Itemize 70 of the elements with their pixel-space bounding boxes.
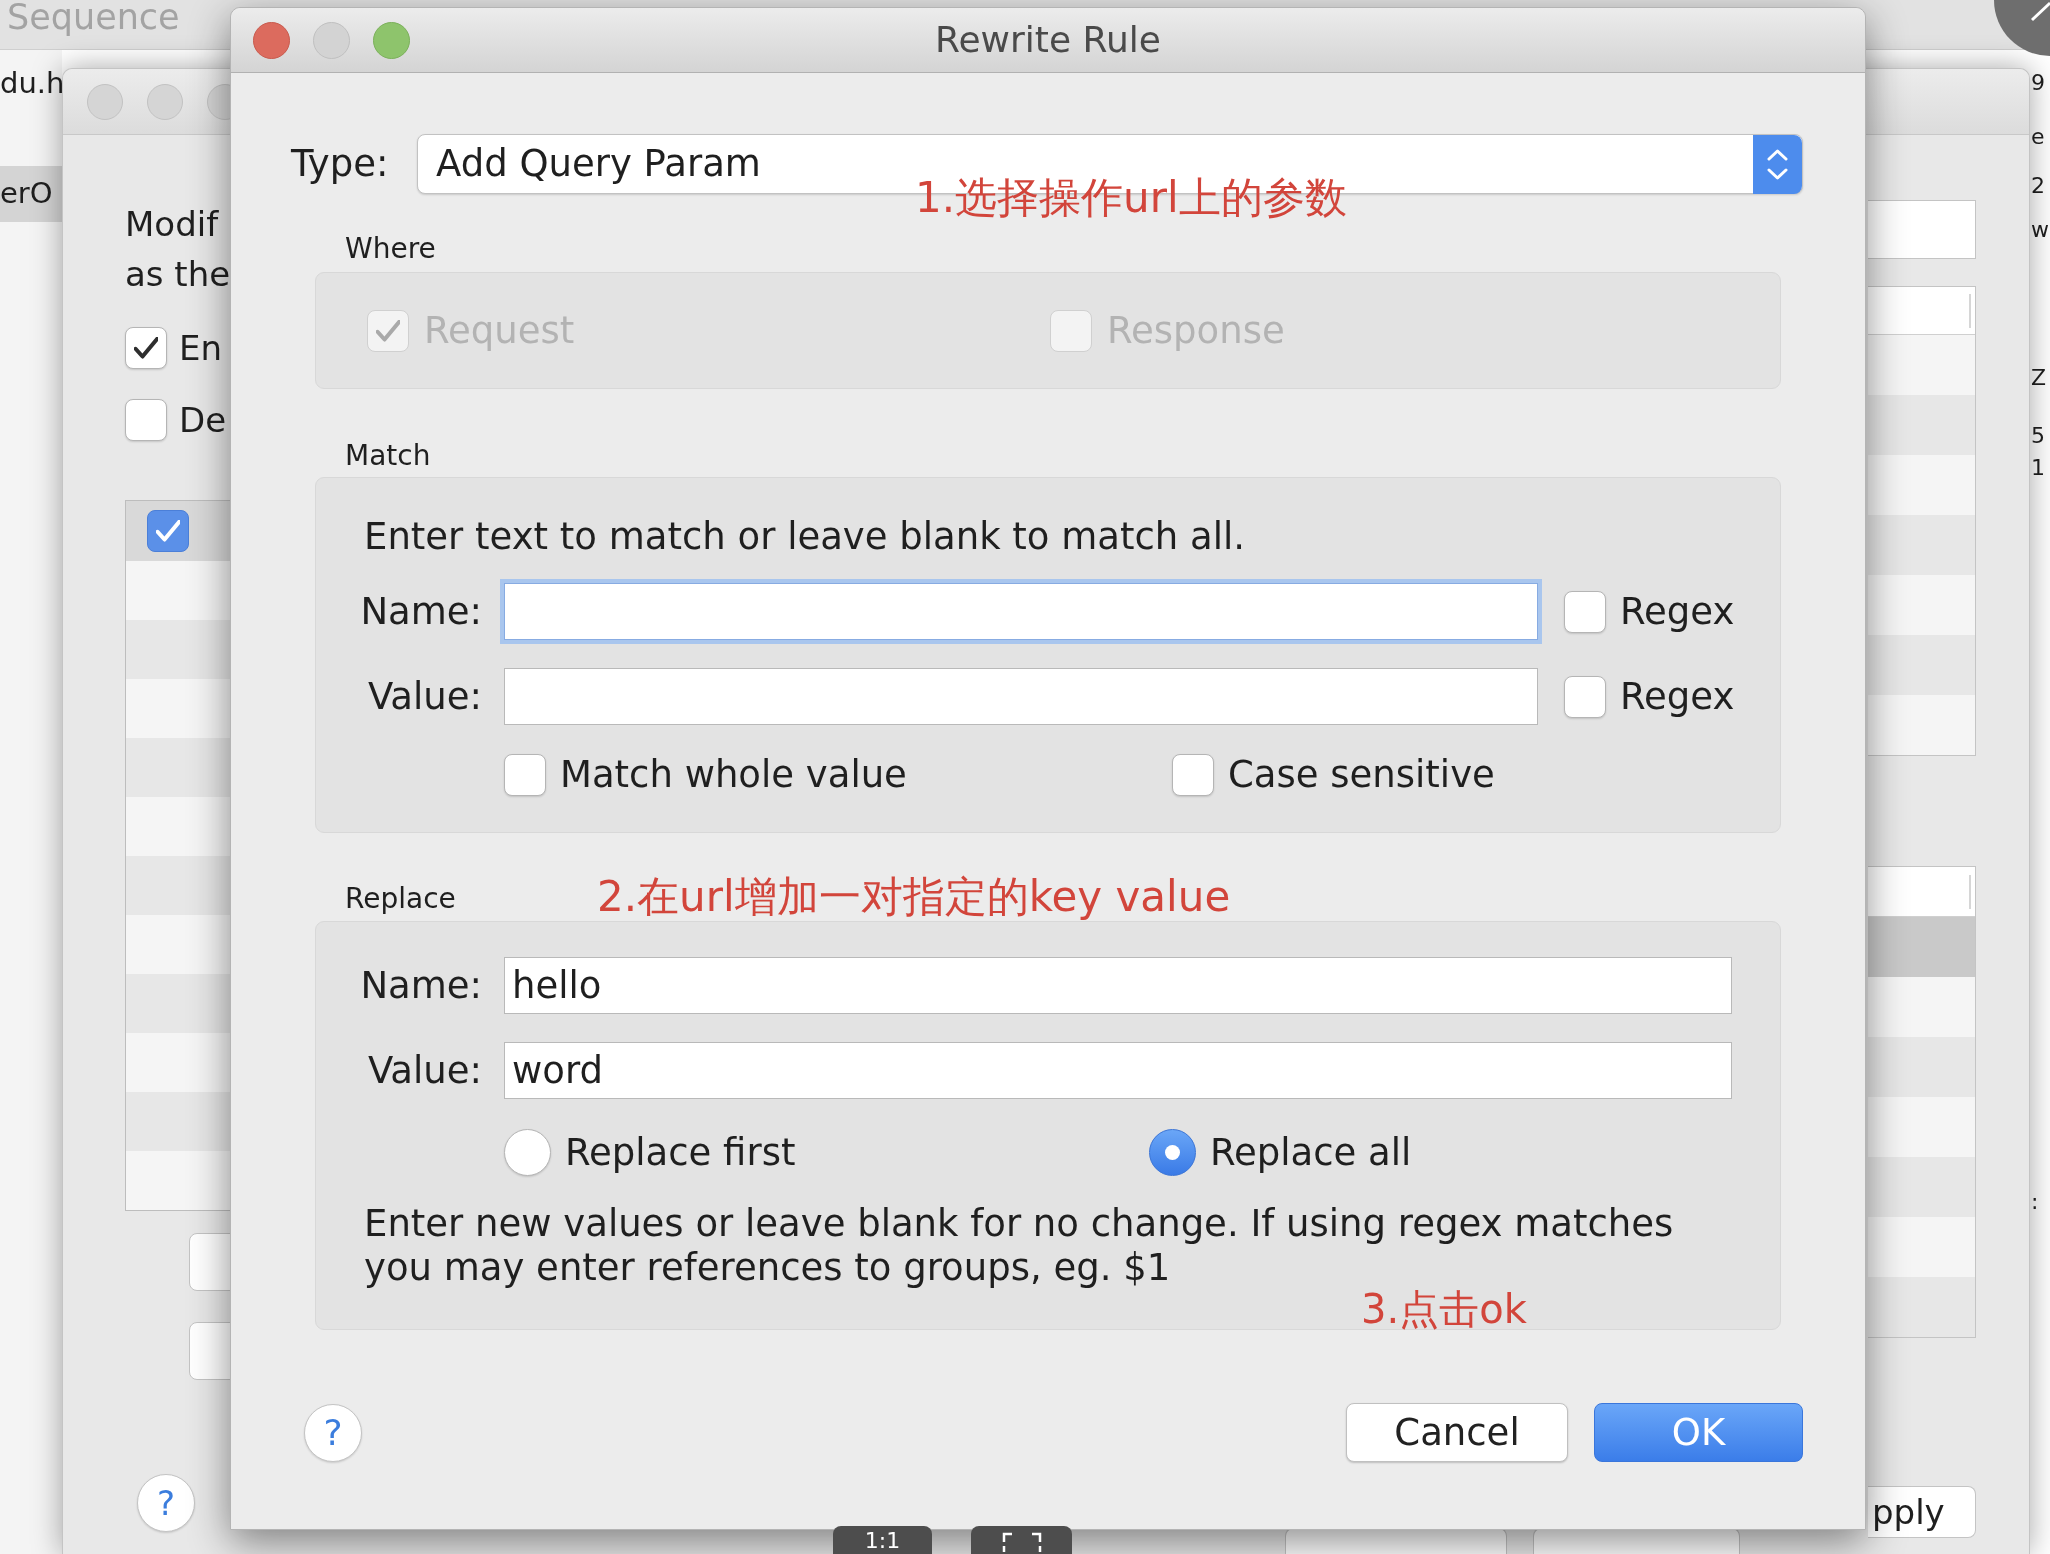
help-button[interactable]: ? (137, 1474, 195, 1532)
section-title: Match (345, 438, 431, 474)
checkbox[interactable] (125, 327, 167, 369)
option-label: Regex (1620, 590, 1735, 633)
option-label: Match whole value (560, 754, 907, 796)
section-title: Where (345, 231, 436, 267)
checkmark-icon (133, 337, 159, 359)
table-row[interactable] (1868, 1037, 1975, 1097)
checkbox[interactable] (1564, 590, 1606, 633)
bottom-button[interactable] (1285, 1528, 1507, 1554)
table-row[interactable] (1868, 977, 1975, 1037)
option-label: Regex (1620, 675, 1735, 718)
checkmark-icon (375, 319, 401, 342)
window-title: Rewrite Rule (935, 22, 1161, 58)
radio-button[interactable] (504, 1129, 551, 1176)
checkbox[interactable] (1564, 675, 1606, 718)
chevron-up-down-icon (1753, 134, 1802, 194)
type-label: Type: (291, 142, 390, 186)
description-text: Modif as the (125, 203, 231, 296)
text-field[interactable]: hello (504, 957, 1732, 1014)
option-label: Replace first (565, 1131, 796, 1174)
zoom-button[interactable] (373, 21, 410, 59)
text-fragment: 2 (2031, 172, 2045, 200)
cancel-button[interactable]: Cancel (1346, 1403, 1568, 1462)
checkbox[interactable] (1172, 754, 1214, 796)
field-label: Value: (367, 1048, 482, 1093)
table-row[interactable] (1868, 1157, 1975, 1217)
text-field[interactable] (1868, 200, 1976, 259)
text-fragment: 1 (2031, 454, 2045, 482)
note-text: Enter new values or leave blank for no change. If using regex matches you may enter references to groups, eg. $1 (364, 1202, 1675, 1290)
zoom-tag[interactable]: 1:1 (833, 1526, 932, 1554)
corners-icon (1001, 1532, 1042, 1554)
radio-button[interactable] (1149, 1129, 1196, 1176)
text-fragment: 9 (2031, 69, 2045, 97)
bottom-button[interactable] (1533, 1528, 1740, 1554)
close-button[interactable] (253, 21, 290, 59)
help-button[interactable]: ? (304, 1403, 362, 1462)
field-label: Name: (360, 589, 482, 634)
text-fragment: w (2031, 216, 2049, 244)
field-label: Value: (367, 674, 482, 719)
list-item[interactable]: erO (0, 166, 62, 222)
checkbox[interactable] (147, 510, 189, 552)
table-row[interactable] (1868, 917, 1975, 977)
text-field[interactable] (504, 668, 1538, 725)
text-fragment: : (2031, 1188, 2039, 1216)
text-fragment: e (2031, 123, 2045, 151)
table-row[interactable] (1868, 1277, 1975, 1337)
option-label: Case sensitive (1228, 754, 1495, 796)
text-fragment: Z (2031, 364, 2047, 392)
apply-button[interactable]: pply (1868, 1486, 1976, 1538)
list-item[interactable]: du.h (0, 64, 62, 104)
option-label: En (179, 327, 223, 369)
close-button[interactable] (87, 83, 123, 120)
option-label: Replace all (1210, 1131, 1412, 1174)
text-field[interactable]: word (504, 1042, 1732, 1099)
section-title: Replace (345, 881, 456, 917)
minimize-button[interactable] (313, 21, 350, 59)
option-label: De (179, 399, 227, 441)
checkmark-icon (155, 520, 181, 542)
annotation-text: 2.在url增加一对指定的key value (597, 872, 1231, 921)
text-fragment: 5 (2031, 422, 2045, 450)
checkbox[interactable] (125, 399, 167, 441)
annotation-text: 3.点击ok (1361, 1290, 1527, 1328)
checkbox[interactable] (504, 754, 546, 796)
table-row[interactable] (1868, 1217, 1975, 1277)
table-row[interactable] (1868, 1097, 1975, 1157)
field-label: Name: (360, 963, 482, 1008)
fit-tag[interactable] (971, 1526, 1072, 1554)
hint-text: Enter text to match or leave blank to match all. (364, 515, 1246, 559)
minimize-button[interactable] (147, 83, 183, 120)
